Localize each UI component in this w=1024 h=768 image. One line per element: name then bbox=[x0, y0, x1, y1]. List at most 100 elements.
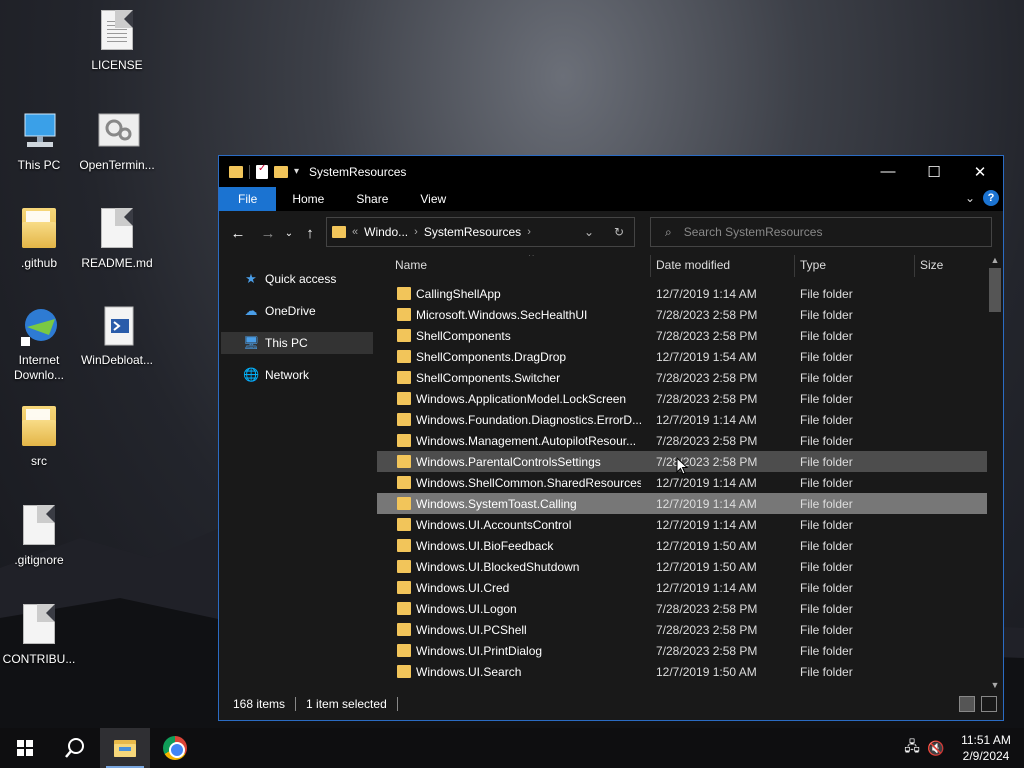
file-row[interactable]: ShellComponents.Switcher 7/28/2023 2:58 P… bbox=[377, 367, 987, 388]
tab-share[interactable]: Share bbox=[340, 187, 404, 211]
chrome-icon bbox=[163, 736, 187, 760]
breadcrumb-separator[interactable]: › bbox=[527, 226, 531, 238]
file-name: ShellComponents bbox=[416, 328, 511, 343]
nav-item-this-pc[interactable]: 🖥 This PC bbox=[221, 332, 373, 354]
folder-icon bbox=[397, 434, 411, 447]
desktop-icon-contributing[interactable]: CONTRIBU... bbox=[0, 604, 78, 667]
refresh-icon[interactable]: ↻ bbox=[604, 225, 634, 239]
file-row[interactable]: Windows.Management.AutopilotResour... 7/2… bbox=[377, 430, 987, 451]
folder-icon bbox=[397, 560, 411, 573]
file-type: File folder bbox=[800, 433, 853, 448]
file-row[interactable]: Microsoft.Windows.SecHealthUI 7/28/2023 2… bbox=[377, 304, 987, 325]
desktop-icon-src-folder[interactable]: src bbox=[0, 406, 78, 469]
column-header-size[interactable]: Size bbox=[915, 255, 987, 277]
folder-icon bbox=[397, 329, 411, 342]
forward-button[interactable]: → bbox=[255, 225, 281, 242]
file-name: ShellComponents.DragDrop bbox=[416, 349, 567, 364]
column-header-type[interactable]: Type bbox=[795, 255, 915, 277]
network-status-icon[interactable]: 🖧 bbox=[900, 736, 924, 760]
file-row[interactable]: ShellComponents.DragDrop 12/7/2019 1:54 A… bbox=[377, 346, 987, 367]
title-bar[interactable]: ▾ SystemResources — ☐ ✕ bbox=[219, 156, 1003, 187]
desktop-icon-license[interactable]: LICENSE bbox=[78, 10, 156, 73]
large-icons-view-button[interactable] bbox=[981, 696, 997, 712]
minimize-button[interactable]: — bbox=[865, 156, 911, 187]
address-dropdown-icon[interactable]: ⌄ bbox=[574, 225, 604, 239]
tab-view[interactable]: View bbox=[404, 187, 462, 211]
file-row[interactable]: Windows.Foundation.Diagnostics.ErrorD...… bbox=[377, 409, 987, 430]
folder-icon bbox=[397, 350, 411, 363]
file-date-modified: 7/28/2023 2:58 PM bbox=[656, 433, 758, 448]
file-row[interactable]: Windows.SystemToast.Calling 12/7/2019 1:1… bbox=[377, 493, 987, 514]
column-header-name[interactable]: Name ^ bbox=[390, 255, 651, 277]
file-date-modified: 7/28/2023 2:58 PM bbox=[656, 370, 758, 385]
file-row[interactable]: Windows.UI.PCShell 7/28/2023 2:58 PM File … bbox=[377, 619, 987, 640]
desktop-icon-gitignore[interactable]: .gitignore bbox=[0, 505, 78, 568]
taskbar-file-explorer[interactable] bbox=[100, 728, 150, 768]
new-folder-icon[interactable] bbox=[274, 165, 288, 178]
file-row[interactable]: Windows.UI.Search 12/7/2019 1:50 AM File f… bbox=[377, 661, 987, 682]
document-icon bbox=[23, 505, 55, 545]
desktop-icon-openterminal[interactable]: OpenTermin... bbox=[78, 110, 156, 173]
column-header-date-modified[interactable]: Date modified bbox=[651, 255, 795, 277]
file-date-modified: 7/28/2023 2:58 PM bbox=[656, 307, 758, 322]
volume-muted-icon[interactable]: 🔇 bbox=[924, 740, 948, 757]
maximize-button[interactable]: ☐ bbox=[911, 156, 957, 187]
start-button[interactable] bbox=[0, 728, 50, 768]
scroll-up-icon[interactable]: ▲ bbox=[987, 255, 1003, 265]
taskbar-search-button[interactable] bbox=[50, 728, 100, 768]
file-row[interactable]: ShellComponents 7/28/2023 2:58 PM File fol… bbox=[377, 325, 987, 346]
up-button[interactable]: ↑ bbox=[297, 225, 323, 242]
file-row[interactable]: Windows.UI.PrintDialog 7/28/2023 2:58 PM F… bbox=[377, 640, 987, 661]
column-headers: Name ^ Date modified Type Size bbox=[377, 255, 987, 277]
vertical-scrollbar[interactable]: ▲ ▼ bbox=[987, 255, 1003, 690]
properties-icon[interactable] bbox=[256, 163, 268, 179]
folder-icon bbox=[22, 208, 56, 248]
search-box[interactable]: ⌕ Search SystemResources bbox=[650, 217, 992, 247]
search-placeholder: Search SystemResources bbox=[683, 225, 823, 239]
desktop-icon-windebloat-script[interactable]: WinDebloat... bbox=[78, 305, 156, 368]
file-type: File folder bbox=[800, 601, 853, 616]
file-row[interactable]: CallingShellApp 12/7/2019 1:14 AM File fol… bbox=[377, 283, 987, 304]
file-row[interactable]: Windows.ApplicationModel.LockScreen 7/28/… bbox=[377, 388, 987, 409]
breadcrumb-segment[interactable]: Windo... bbox=[364, 225, 408, 239]
nav-item-network[interactable]: 🌐 Network bbox=[221, 364, 373, 386]
nav-item-quick-access[interactable]: ★ Quick access bbox=[221, 268, 373, 290]
settings-window-icon bbox=[98, 113, 140, 147]
breadcrumb-segment[interactable]: SystemResources bbox=[424, 225, 521, 239]
customize-toolbar-dropdown-icon[interactable]: ▾ bbox=[294, 166, 299, 177]
file-explorer-icon bbox=[114, 740, 136, 757]
tab-file[interactable]: File bbox=[219, 187, 277, 211]
file-name: Windows.UI.BlockedShutdown bbox=[416, 559, 580, 574]
recent-locations-button[interactable]: ⌄ bbox=[281, 228, 297, 239]
file-row[interactable]: Windows.ShellCommon.SharedResources 12/7/… bbox=[377, 472, 987, 493]
nav-item-onedrive[interactable]: ☁ OneDrive bbox=[221, 300, 373, 322]
file-row[interactable]: Windows.UI.AccountsControl 12/7/2019 1:14… bbox=[377, 514, 987, 535]
desktop-icon-github-folder[interactable]: .github bbox=[0, 208, 78, 271]
file-row[interactable]: Windows.UI.BioFeedback 12/7/2019 1:50 AM F… bbox=[377, 535, 987, 556]
breadcrumb-overflow[interactable]: « bbox=[352, 226, 358, 238]
file-name: Windows.UI.PrintDialog bbox=[416, 643, 543, 658]
file-row[interactable]: Windows.UI.Cred 12/7/2019 1:14 AM File fol… bbox=[377, 577, 987, 598]
details-view-button[interactable] bbox=[959, 696, 975, 712]
folder-icon bbox=[397, 371, 411, 384]
vertical-scroll-thumb[interactable] bbox=[989, 268, 1001, 312]
breadcrumb-separator[interactable]: › bbox=[414, 226, 418, 238]
close-button[interactable]: ✕ bbox=[957, 156, 1003, 187]
document-icon bbox=[101, 208, 133, 248]
file-type: File folder bbox=[800, 664, 853, 679]
address-bar[interactable]: « Windo... › SystemResources › ⌄ ↻ bbox=[326, 217, 635, 247]
navigation-bar: ← → ⌄ ↑ « Windo... › SystemResources › ⌄… bbox=[219, 211, 1003, 255]
desktop-icon-internet-download-manager[interactable]: Internet Downlo... bbox=[0, 305, 78, 383]
file-row[interactable]: Windows.UI.Logon 7/28/2023 2:58 PM File fo… bbox=[377, 598, 987, 619]
back-button[interactable]: ← bbox=[225, 225, 251, 242]
folder-icon bbox=[397, 581, 411, 594]
clock[interactable]: 11:51 AM 2/9/2024 bbox=[948, 732, 1024, 764]
taskbar-chrome[interactable] bbox=[150, 728, 200, 768]
tab-home[interactable]: Home bbox=[276, 187, 340, 211]
desktop-icon-readme[interactable]: README.md bbox=[78, 208, 156, 271]
file-name: Windows.UI.BioFeedback bbox=[416, 538, 554, 553]
help-icon[interactable]: ? bbox=[983, 190, 999, 206]
desktop-icon-this-pc[interactable]: This PC bbox=[0, 110, 78, 173]
file-row[interactable]: Windows.UI.BlockedShutdown 12/7/2019 1:50… bbox=[377, 556, 987, 577]
expand-ribbon-chevron-icon[interactable]: ⌄ bbox=[965, 191, 975, 205]
